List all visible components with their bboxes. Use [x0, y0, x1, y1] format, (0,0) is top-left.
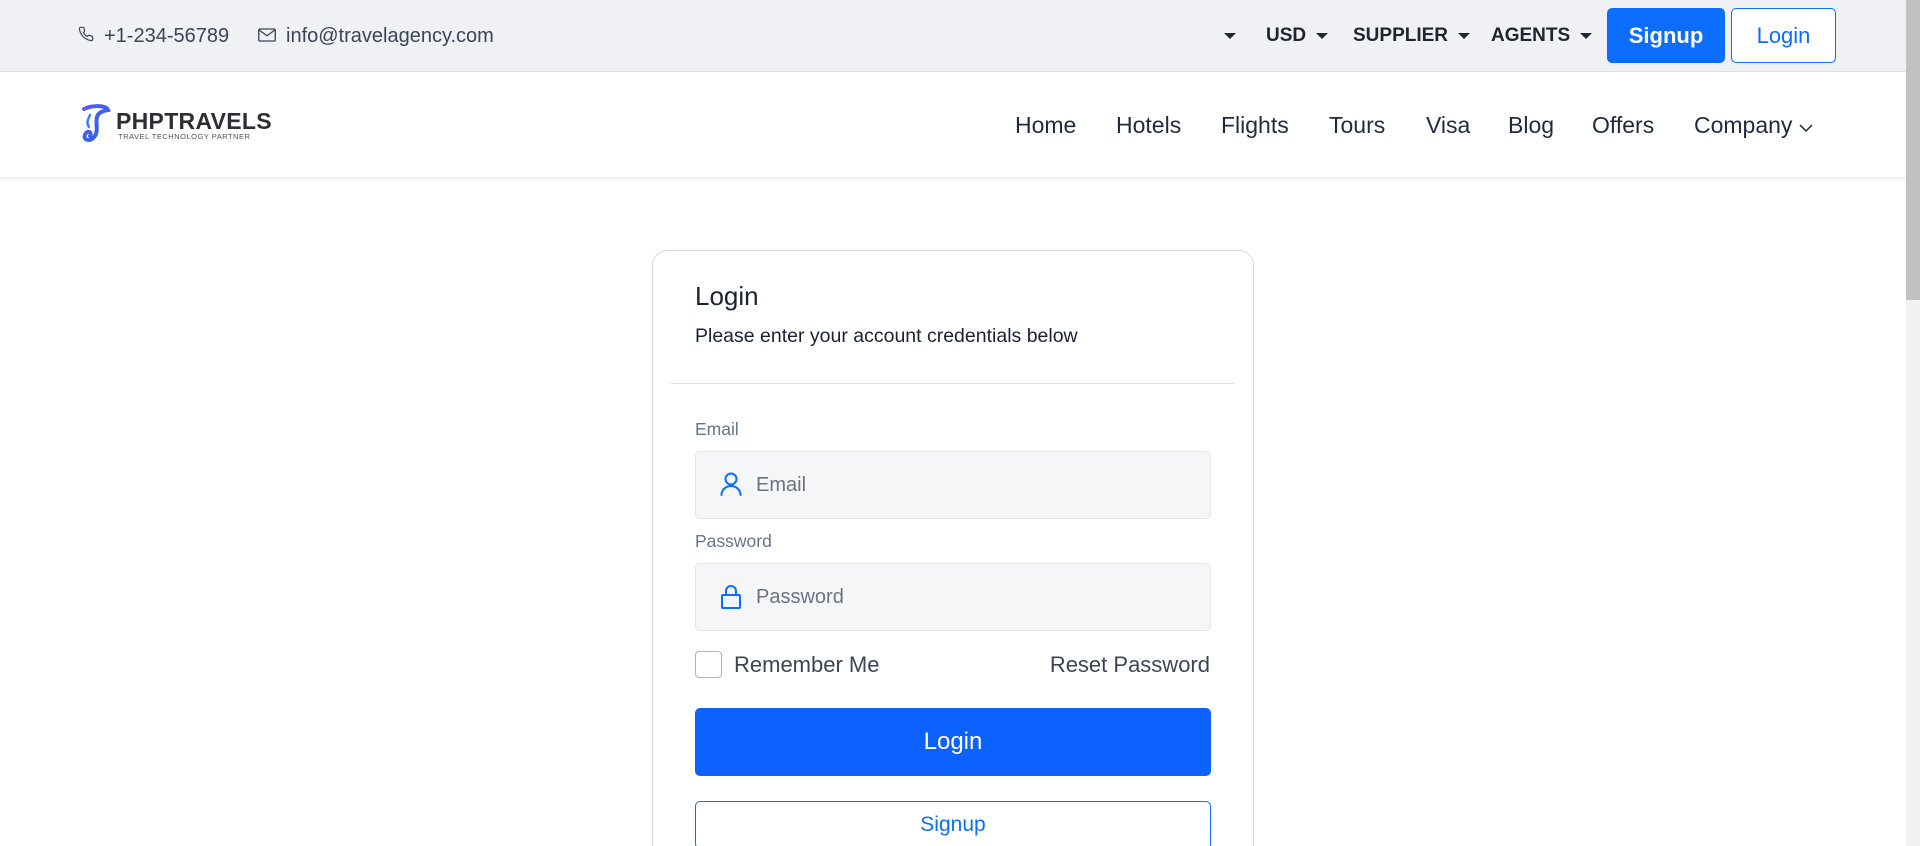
email-field[interactable] [695, 451, 1211, 519]
supplier-dropdown[interactable]: SUPPLIER [1353, 0, 1471, 72]
nav-blog[interactable]: Blog [1508, 72, 1554, 178]
supplier-label: SUPPLIER [1353, 25, 1449, 46]
remember-me[interactable]: Remember Me [695, 651, 879, 678]
password-input[interactable] [756, 564, 1196, 630]
nav-company[interactable]: Company [1694, 72, 1814, 178]
brand-name: PHPTRAVELS [116, 107, 272, 134]
logo-mark-icon [80, 103, 112, 148]
remember-me-checkbox[interactable] [695, 651, 722, 678]
user-icon [720, 472, 742, 501]
password-field[interactable] [695, 563, 1211, 631]
currency-dropdown[interactable]: USD [1266, 0, 1329, 72]
page-scrollbar[interactable] [1906, 0, 1920, 846]
email-address: info@travelagency.com [286, 24, 494, 47]
password-label: Password [695, 531, 772, 551]
nav-visa[interactable]: Visa [1426, 72, 1470, 178]
login-submit-button[interactable]: Login [695, 708, 1211, 776]
mail-icon [258, 25, 286, 48]
login-button[interactable]: Login [1731, 8, 1836, 63]
brand-logo[interactable]: PHPTRAVELS TRAVEL TECHNOLOGY PARTNER [80, 103, 272, 148]
currency-label: USD [1266, 25, 1307, 46]
nav-hotels[interactable]: Hotels [1116, 72, 1181, 178]
nav-flights[interactable]: Flights [1221, 72, 1289, 178]
login-card: Login Please enter your account credenti… [652, 250, 1254, 846]
chevron-down-icon [1798, 112, 1814, 139]
phone-number: +1-234-56789 [104, 24, 230, 47]
contact-phone[interactable]: +1-234-56789 [78, 0, 229, 72]
lock-icon [720, 584, 742, 615]
brand-tagline: TRAVEL TECHNOLOGY PARTNER [118, 131, 251, 141]
contact-email[interactable]: info@travelagency.com [258, 0, 494, 72]
email-input[interactable] [756, 452, 1196, 518]
login-card-title: Login [695, 281, 759, 311]
caret-down-icon [1580, 33, 1593, 39]
caret-down-icon [1224, 33, 1236, 39]
remember-me-label: Remember Me [734, 651, 880, 677]
top-bar: +1-234-56789 info@travelagency.com USD S… [0, 0, 1906, 72]
signup-secondary-button[interactable]: Signup [695, 801, 1211, 846]
phone-icon [78, 25, 104, 48]
email-label: Email [695, 419, 739, 439]
divider [671, 383, 1235, 384]
agents-label: AGENTS [1491, 25, 1571, 46]
agents-dropdown[interactable]: AGENTS [1491, 0, 1593, 72]
caret-down-icon [1458, 33, 1471, 39]
reset-password-link[interactable]: Reset Password [1050, 651, 1210, 678]
main-navbar: PHPTRAVELS TRAVEL TECHNOLOGY PARTNER Hom… [0, 72, 1906, 178]
nav-offers[interactable]: Offers [1592, 72, 1654, 178]
nav-home[interactable]: Home [1015, 72, 1076, 178]
nav-tours[interactable]: Tours [1329, 72, 1385, 178]
login-card-subtitle: Please enter your account credentials be… [695, 325, 1078, 347]
language-dropdown[interactable] [1224, 0, 1236, 72]
caret-down-icon [1316, 33, 1329, 39]
signup-button[interactable]: Signup [1607, 8, 1725, 63]
scrollbar-thumb[interactable] [1906, 0, 1920, 300]
nav-company-label: Company [1694, 111, 1793, 138]
